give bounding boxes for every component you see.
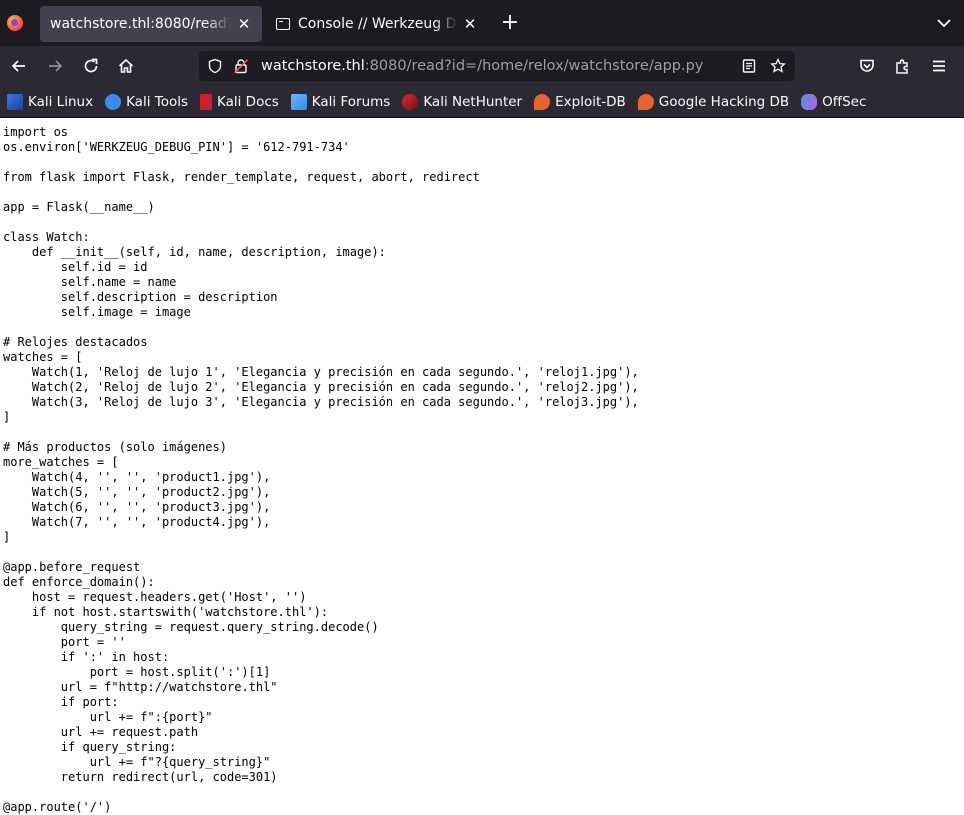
hamburger-menu-icon: [933, 60, 945, 72]
code-line: self.description = description: [3, 290, 278, 304]
code-line: Watch(2, 'Reloj de lujo 2', 'Elegancia y…: [3, 380, 639, 394]
code-line: url += f":{port}": [3, 710, 213, 724]
code-line: port = '': [3, 635, 126, 649]
code-line: @app.route('/'): [3, 800, 112, 814]
pocket-button[interactable]: [855, 54, 879, 78]
code-line: self.id = id: [3, 260, 148, 274]
code-line: host = request.headers.get('Host', ''): [3, 590, 307, 604]
offsec-icon: [801, 93, 818, 110]
code-line: Watch(6, '', '', 'product3.jpg'),: [3, 500, 271, 514]
chevron-down-icon[interactable]: [934, 13, 954, 33]
code-line: if not host.startswith('watchstore.thl')…: [3, 605, 329, 619]
new-tab-button[interactable]: +: [498, 10, 522, 36]
code-line: @app.before_request: [3, 560, 141, 574]
console-icon: [276, 18, 290, 30]
bookmark-star-icon[interactable]: [770, 58, 786, 74]
home-icon: [118, 58, 134, 73]
bookmark-google-hacking-db[interactable]: Google Hacking DB: [637, 93, 789, 110]
forward-button[interactable]: [43, 54, 67, 78]
url-path: :8080/read?id=/home/relox/watchstore/app…: [364, 58, 704, 74]
url-host: watchstore.thl: [261, 58, 365, 74]
tab-werkzeug-console[interactable]: Console // Werkzeug Debugger ✕: [266, 6, 488, 42]
code-line: more_watches = [: [3, 455, 119, 469]
code-line: class Watch:: [3, 230, 90, 244]
code-line: def enforce_domain():: [3, 575, 155, 589]
code-line: Watch(5, '', '', 'product2.jpg'),: [3, 485, 271, 499]
extensions-button[interactable]: [891, 54, 915, 78]
reader-view-icon[interactable]: [741, 58, 757, 74]
tab-strip: watchstore.thl:8080/read?id=/home/relox/…: [0, 0, 964, 46]
forward-arrow-icon: [49, 60, 63, 72]
code-line: Watch(1, 'Reloj de lujo 1', 'Elegancia y…: [3, 365, 639, 379]
tab-title: watchstore.thl:8080/read?id=/home/relox/…: [50, 16, 232, 32]
code-line: url += request.path: [3, 725, 199, 739]
code-line: port = host.split(':')[1]: [3, 665, 271, 679]
code-line: return redirect(url, code=301): [3, 770, 278, 784]
code-line: self.name = name: [3, 275, 177, 289]
code-line: self.image = image: [3, 305, 191, 319]
kali-tools-icon: [105, 93, 122, 110]
back-button[interactable]: [7, 54, 31, 78]
ghdb-icon: [637, 93, 654, 110]
tab-app-py[interactable]: watchstore.thl:8080/read?id=/home/relox/…: [40, 6, 262, 42]
close-icon[interactable]: ✕: [236, 15, 252, 33]
navigation-toolbar: watchstore.thl:8080/read?id=/home/relox/…: [0, 46, 964, 86]
bookmark-offsec[interactable]: OffSec: [801, 93, 866, 110]
kali-forums-icon: [290, 93, 307, 110]
code-line: import os: [3, 125, 69, 139]
kali-docs-icon: [200, 93, 212, 110]
code-line: Watch(3, 'Reloj de lujo 3', 'Elegancia y…: [3, 395, 639, 409]
puzzle-piece-icon: [896, 59, 908, 74]
exploitdb-icon: [534, 93, 551, 110]
code-line: if port:: [3, 695, 119, 709]
code-line: watches = [: [3, 350, 83, 364]
code-line: query_string = request.query_string.deco…: [3, 620, 379, 634]
code-line: # Relojes destacados: [3, 335, 148, 349]
bookmark-kali-nethunter[interactable]: Kali NetHunter: [402, 93, 522, 110]
code-line: os.environ['WERKZEUG_DEBUG_PIN'] = '612-…: [3, 140, 350, 154]
page-content: import os os.environ['WERKZEUG_DEBUG_PIN…: [0, 118, 964, 815]
kali-dragon-icon: [7, 93, 23, 110]
url-text[interactable]: watchstore.thl:8080/read?id=/home/relox/…: [261, 51, 703, 81]
back-arrow-icon: [11, 60, 25, 72]
menu-button[interactable]: [927, 54, 951, 78]
bookmark-kali-forums[interactable]: Kali Forums: [290, 93, 390, 110]
code-line: def __init__(self, id, name, description…: [3, 245, 386, 259]
code-line: url += f"?{query_string}": [3, 755, 271, 769]
reload-button[interactable]: [79, 54, 103, 78]
bookmark-kali-tools[interactable]: Kali Tools: [105, 93, 188, 110]
code-line: url = f"http://watchstore.thl": [3, 680, 278, 694]
code-line: Watch(7, '', '', 'product4.jpg'),: [3, 515, 271, 529]
code-line: # Más productos (solo imágenes): [3, 440, 227, 454]
firefox-logo-icon[interactable]: [0, 0, 30, 46]
bookmark-kali-docs[interactable]: Kali Docs: [200, 93, 279, 110]
reload-icon: [84, 58, 98, 73]
home-button[interactable]: [114, 54, 138, 78]
code-line: if ':' in host:: [3, 650, 170, 664]
bookmark-exploit-db[interactable]: Exploit-DB: [534, 93, 626, 110]
nethunter-icon: [402, 93, 419, 110]
bookmarks-toolbar: Kali Linux Kali Tools Kali Docs Kali For…: [0, 86, 964, 118]
code-line: Watch(4, '', '', 'product1.jpg'),: [3, 470, 271, 484]
bookmark-kali-linux[interactable]: Kali Linux: [7, 93, 93, 110]
close-icon[interactable]: ✕: [462, 15, 478, 33]
pocket-icon: [860, 59, 874, 72]
tab-title: Console // Werkzeug Debugger: [298, 16, 458, 32]
code-line: ]: [3, 530, 11, 544]
code-line: from flask import Flask, render_template…: [3, 170, 480, 184]
insecure-lock-icon[interactable]: [233, 58, 249, 74]
address-bar[interactable]: watchstore.thl:8080/read?id=/home/relox/…: [199, 51, 795, 81]
shield-icon[interactable]: [207, 58, 223, 74]
code-line: ]: [3, 410, 11, 424]
code-line: app = Flask(__name__): [3, 200, 155, 214]
code-line: if query_string:: [3, 740, 177, 754]
source-code-text: import os os.environ['WERKZEUG_DEBUG_PIN…: [3, 125, 639, 815]
